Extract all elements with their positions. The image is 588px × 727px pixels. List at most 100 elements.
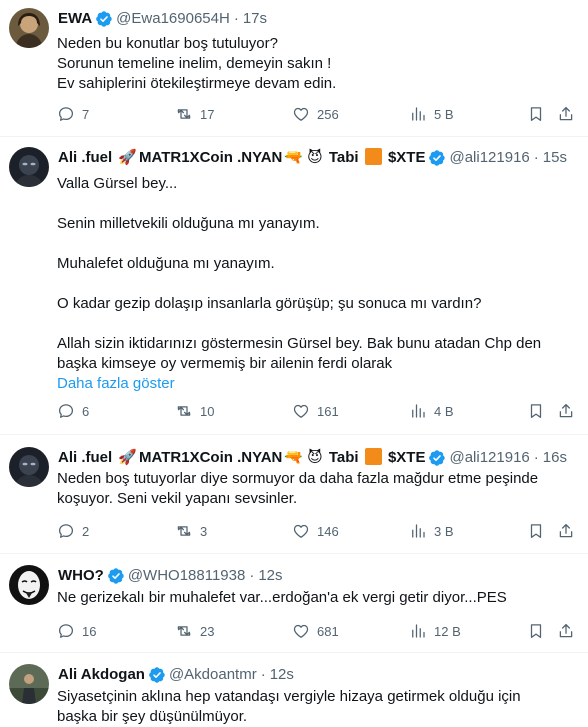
retweet-button[interactable]: 17 — [175, 105, 214, 123]
views-button[interactable]: 12 B — [409, 622, 461, 640]
tweet-header: Ali Akdogan @Akdoantmr · 12s — [58, 664, 578, 686]
reply-button[interactable]: 2 — [57, 522, 89, 540]
avatar[interactable] — [9, 565, 49, 605]
display-name-part: $XTE — [387, 449, 426, 466]
like-icon — [292, 402, 310, 420]
retweet-button[interactable]: 3 — [175, 522, 207, 540]
avatar[interactable] — [9, 447, 49, 487]
retweet-icon — [175, 105, 193, 123]
text-line: Siyasetçinin aklına hep vatandaşı vergiy… — [57, 688, 521, 705]
action-bar: 7 17 256 5 B — [57, 105, 576, 125]
views-icon — [409, 622, 427, 640]
verified-badge-icon — [148, 666, 166, 684]
tweet-header: Ali .fuel 🚀 MATR1XCoin .NYAN 🔫 😈 Tabi $XTE … — [58, 147, 578, 169]
bookmark-button[interactable] — [527, 105, 545, 123]
user-handle[interactable]: @ali121916 — [449, 448, 529, 468]
avatar[interactable] — [9, 8, 49, 48]
like-button[interactable]: 681 — [292, 622, 339, 640]
views-button[interactable]: 4 B — [409, 402, 454, 420]
display-name-part: MATR1XCoin .NYAN — [139, 149, 283, 166]
display-name-part: Ali .fuel — [58, 149, 113, 166]
reply-button[interactable]: 6 — [57, 402, 89, 420]
pistol-icon: 🔫 — [284, 449, 304, 466]
bookmark-icon — [527, 622, 545, 640]
bookmark-button[interactable] — [527, 622, 545, 640]
reply-icon — [57, 622, 75, 640]
share-button[interactable] — [557, 105, 575, 123]
views-button[interactable]: 3 B — [409, 522, 454, 540]
display-name[interactable]: Ali Akdogan — [58, 665, 145, 685]
share-icon — [557, 402, 575, 420]
tweet-ali-akdogan[interactable]: Ali Akdogan @Akdoantmr · 12s Siyasetçini… — [0, 664, 588, 727]
user-handle[interactable]: @ali121916 — [449, 148, 529, 168]
views-button[interactable]: 5 B — [409, 105, 454, 123]
like-button[interactable]: 146 — [292, 522, 339, 540]
timestamp[interactable]: 12s — [270, 665, 294, 685]
tweet-ewa[interactable]: EWA @Ewa1690654H · 17s Neden bu konutlar… — [0, 8, 588, 134]
tweet-text: Siyasetçinin aklına hep vatandaşı vergiy… — [57, 687, 574, 727]
tweet-text: Neden boş tutuyorlar diye sormuyor da da… — [57, 469, 574, 509]
views-count: 3 B — [434, 523, 454, 539]
share-icon — [557, 522, 575, 540]
user-handle[interactable]: @WHO18811938 — [128, 566, 246, 586]
display-name[interactable]: Ali .fuel 🚀 MATR1XCoin .NYAN 🔫 😈 Tabi $XTE — [58, 148, 425, 168]
tweet-text: Valla Gürsel bey... Senin milletvekili o… — [57, 174, 574, 394]
verified-badge-icon — [428, 149, 446, 167]
avatar[interactable] — [9, 147, 49, 187]
text-line: Sorunun temeline inelim, demeyin sakın ! — [57, 55, 332, 72]
like-button[interactable]: 161 — [292, 402, 339, 420]
retweet-button[interactable]: 23 — [175, 622, 214, 640]
reply-icon — [57, 402, 75, 420]
display-name-part: MATR1XCoin .NYAN — [139, 449, 283, 466]
share-button[interactable] — [557, 622, 575, 640]
timestamp[interactable]: 16s — [543, 448, 567, 468]
like-button[interactable]: 256 — [292, 105, 339, 123]
display-name[interactable]: Ali .fuel 🚀 MATR1XCoin .NYAN 🔫 😈 Tabi $XTE — [58, 448, 425, 468]
share-button[interactable] — [557, 402, 575, 420]
reply-button[interactable]: 7 — [57, 105, 89, 123]
bookmark-button[interactable] — [527, 522, 545, 540]
share-button[interactable] — [557, 522, 575, 540]
reply-button[interactable]: 16 — [57, 622, 96, 640]
orange-square-icon — [364, 448, 382, 465]
timestamp[interactable]: 12s — [258, 566, 282, 586]
views-icon — [409, 402, 427, 420]
views-count: 5 B — [434, 106, 454, 122]
user-handle[interactable]: @Akdoantmr — [169, 665, 257, 685]
share-icon — [557, 105, 575, 123]
smirk-devil-icon: 😈 — [307, 149, 323, 166]
timestamp[interactable]: 17s — [243, 9, 267, 29]
like-icon — [292, 522, 310, 540]
rocket-icon: 🚀 — [118, 149, 138, 166]
tweet-ali-fuel-1[interactable]: Ali .fuel 🚀 MATR1XCoin .NYAN 🔫 😈 Tabi $XTE … — [0, 147, 588, 432]
views-icon — [409, 105, 427, 123]
verified-badge-icon — [428, 449, 446, 467]
separator-dot: · — [260, 666, 266, 683]
reply-count: 2 — [82, 523, 90, 539]
bookmark-icon — [527, 402, 545, 420]
user-handle[interactable]: @Ewa1690654H — [116, 9, 230, 29]
bookmark-icon — [527, 522, 545, 540]
like-count: 161 — [317, 403, 339, 419]
like-count: 681 — [317, 623, 339, 639]
display-name-part: Tabi — [328, 149, 359, 166]
bookmark-button[interactable] — [527, 402, 545, 420]
display-name[interactable]: EWA — [58, 9, 92, 29]
retweet-button[interactable]: 10 — [175, 402, 214, 420]
pistol-icon: 🔫 — [284, 149, 304, 166]
separator-dot: · — [533, 449, 539, 466]
text-line: Ev sahiplerini ötekileştirmeye devam edi… — [57, 75, 337, 92]
action-bar: 2 3 146 3 B — [57, 522, 576, 542]
timestamp[interactable]: 15s — [543, 148, 567, 168]
views-count: 12 B — [434, 623, 461, 639]
tweet-text: Neden bu konutlar boş tutuluyor? Sorunun… — [57, 34, 574, 94]
show-more-link[interactable]: Daha fazla göster — [57, 374, 574, 394]
display-name[interactable]: WHO? — [58, 566, 104, 586]
text-line: Neden bu konutlar boş tutuluyor? — [57, 35, 278, 52]
tweet-ali-fuel-2[interactable]: Ali .fuel 🚀 MATR1XCoin .NYAN 🔫 😈 Tabi $XTE … — [0, 447, 588, 547]
views-count: 4 B — [434, 403, 454, 419]
tweet-who[interactable]: WHO? @WHO18811938 · 12s Ne gerizekalı bi… — [0, 565, 588, 645]
tweet-header: WHO? @WHO18811938 · 12s — [58, 565, 578, 587]
avatar[interactable] — [9, 664, 49, 704]
tweet-header: EWA @Ewa1690654H · 17s — [58, 8, 578, 30]
